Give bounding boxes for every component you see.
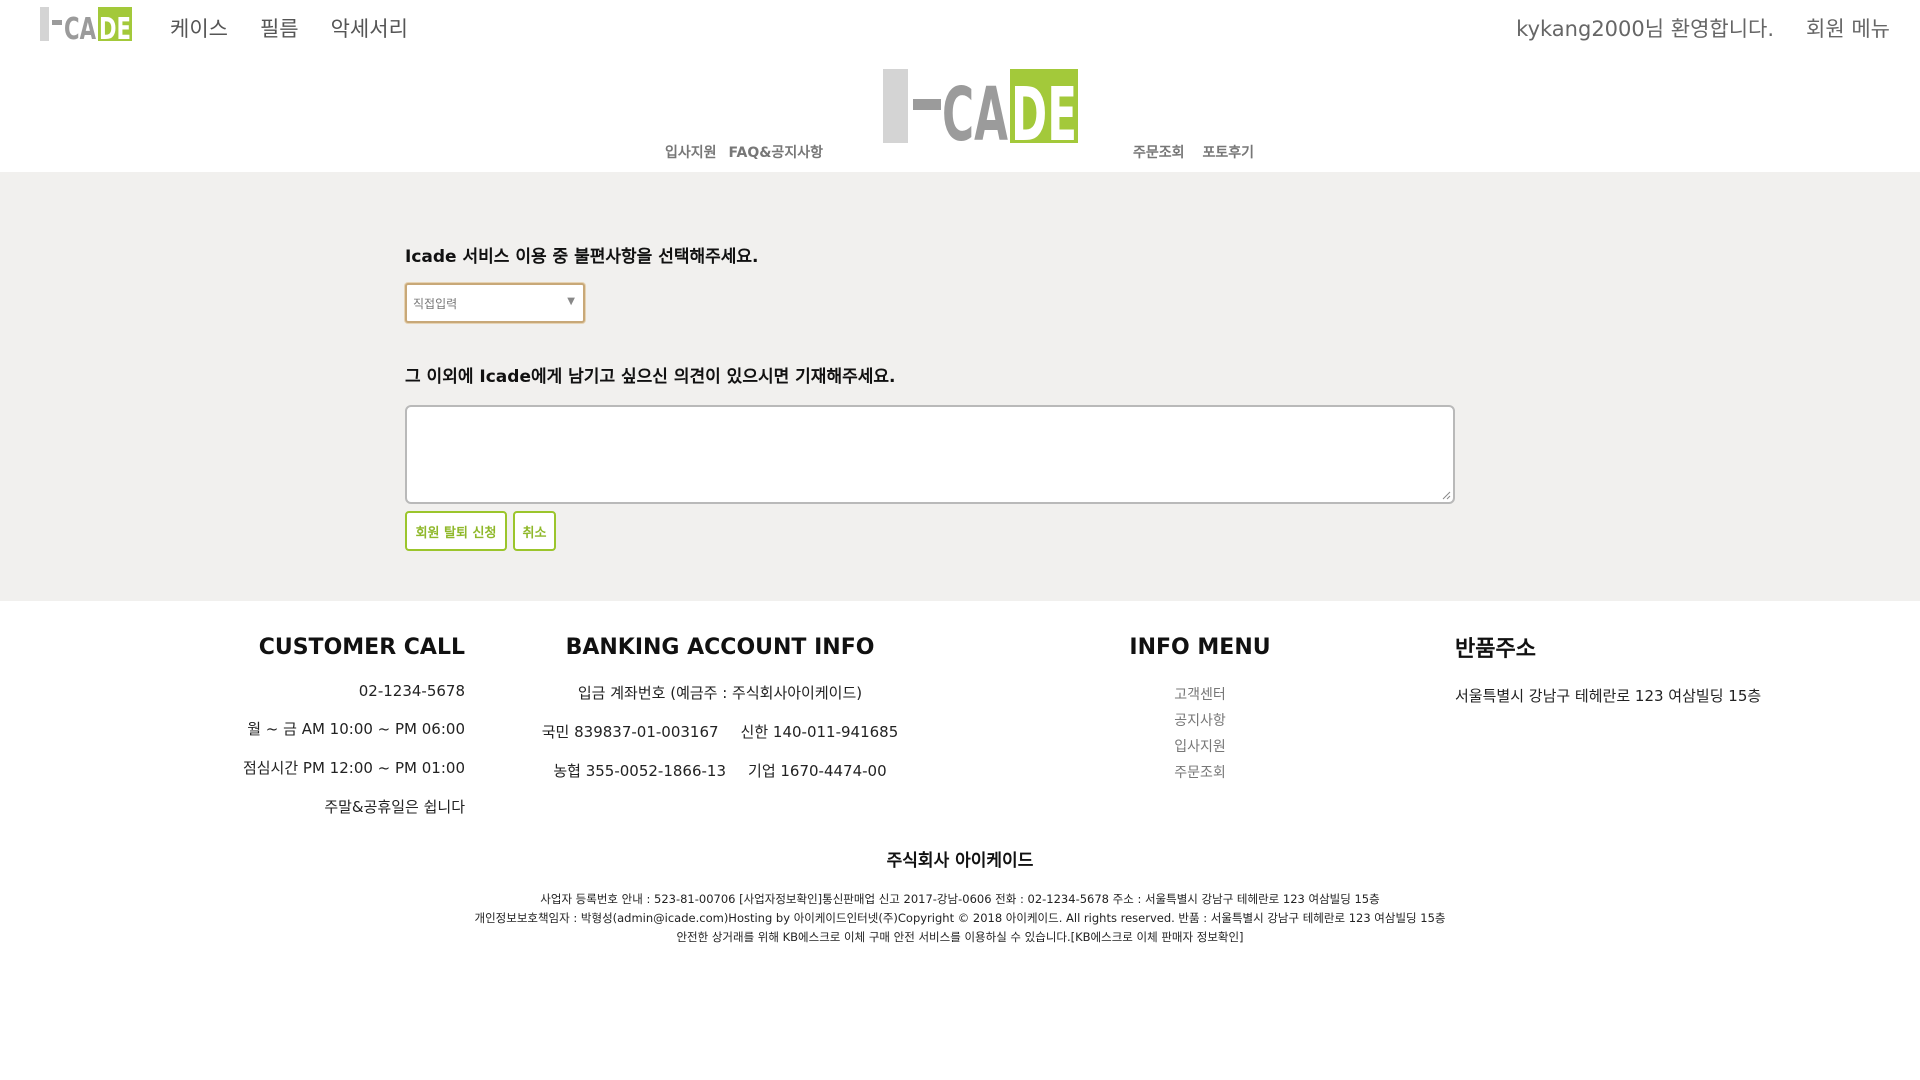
info-menu-title: INFO MENU [1129, 635, 1271, 660]
nav-photo-review[interactable]: 포토후기 [1203, 142, 1255, 162]
lunch-hours: 점심시간 PM 12:00 ~ PM 01:00 [242, 759, 465, 777]
nav-recruit[interactable]: 입사지원 [665, 142, 717, 162]
customer-call-block: CUSTOMER CALL 02-1234-5678 월 ~ 금 AM 10:0… [230, 635, 465, 835]
icade-logo-small[interactable]: CA DE [40, 5, 132, 43]
account-ibk: 기업 1670-4474-00 [748, 762, 887, 780]
user-area: kykang2000님 환영합니다. 회원 메뉴 [1516, 13, 1890, 43]
account-nonghyup: 농협 355-0052-1866-13 [553, 762, 727, 780]
icade-logo-large[interactable]: CA DE [880, 66, 1080, 146]
opinion-textarea[interactable] [405, 405, 1455, 504]
dropdown-arrow-icon: ▼ [567, 296, 575, 307]
customer-phone: 02-1234-5678 [358, 682, 465, 700]
account-holder: 입금 계좌번호 (예금주 : 주식회사아이케이드) [577, 684, 863, 702]
footer-link-notice[interactable]: 공지사항 [1120, 710, 1280, 730]
customer-call-title: CUSTOMER CALL [258, 635, 465, 660]
top-nav: 케이스 필름 악세서리 [170, 13, 408, 43]
withdraw-button[interactable]: 회원 탈퇴 신청 [405, 511, 507, 551]
account-row: 농협 355-0052-1866-13 기업 1670-4474-00 [540, 760, 900, 781]
svg-text:DE: DE [1011, 72, 1077, 146]
site-header: CA DE 케이스 필름 악세서리 kykang2000님 환영합니다. 회원 … [0, 0, 1920, 172]
footer-link-recruit[interactable]: 입사지원 [1120, 736, 1280, 756]
svg-text:CA: CA [942, 72, 1008, 146]
account-kookmin: 국민 839837-01-003167 [541, 723, 719, 741]
site-footer: CUSTOMER CALL 02-1234-5678 월 ~ 금 AM 10:0… [0, 601, 1920, 1080]
legal-line: 안전한 상거래를 위해 KB에스크로 이체 구매 안전 서비스를 이용하실 수 … [676, 930, 1244, 944]
inconvenience-question: Icade 서비스 이용 중 불편사항을 선택해주세요. [405, 247, 759, 267]
return-address: 서울특별시 강남구 테헤란로 123 여삼빌딩 15층 [1455, 687, 1762, 705]
legal-info: 사업자 등록번호 안내 : 523-81-00706 [사업자정보확인]통신판매… [0, 890, 1920, 947]
banking-title: BANKING ACCOUNT INFO [565, 635, 875, 660]
nav-order-lookup[interactable]: 주문조회 [1133, 142, 1185, 162]
banking-info-block: BANKING ACCOUNT INFO 입금 계좌번호 (예금주 : 주식회사… [540, 635, 900, 799]
opinion-question: 그 이외에 Icade에게 남기고 싶으신 의견이 있으시면 기재해주세요. [405, 367, 896, 387]
return-address-block: 반품주소 서울특별시 강남구 테헤란로 123 여삼빌딩 15층 [1455, 631, 1795, 706]
info-menu-block: INFO MENU 고객센터 공지사항 입사지원 주문조회 [1120, 635, 1280, 788]
holiday-note: 주말&공휴일은 쉽니다 [324, 798, 465, 816]
account-row: 국민 839837-01-003167 신한 140-011-941685 [540, 721, 900, 742]
cancel-button[interactable]: 취소 [513, 511, 556, 551]
resize-handle-icon[interactable] [1441, 490, 1451, 500]
sub-nav-right: 주문조회 포토후기 [1133, 142, 1254, 162]
nav-faq-notice[interactable]: FAQ&공지사항 [729, 142, 823, 162]
welcome-text: kykang2000님 환영합니다. [1516, 17, 1775, 41]
svg-text:CA: CA [64, 12, 97, 43]
account-shinhan: 신한 140-011-941685 [740, 723, 899, 741]
nav-film[interactable]: 필름 [260, 13, 299, 43]
return-address-title: 반품주소 [1455, 637, 1536, 662]
footer-link-customer-center[interactable]: 고객센터 [1120, 684, 1280, 704]
nav-case[interactable]: 케이스 [170, 13, 228, 43]
member-menu-link[interactable]: 회원 메뉴 [1806, 13, 1890, 43]
select-value: 직접입력 [413, 297, 458, 311]
company-name: 주식회사 아이케이드 [886, 851, 1034, 871]
withdraw-form-section: Icade 서비스 이용 중 불편사항을 선택해주세요. 직접입력 ▼ 그 이외… [0, 172, 1920, 601]
nav-accessory[interactable]: 악세서리 [331, 13, 408, 43]
business-hours: 월 ~ 금 AM 10:00 ~ PM 06:00 [247, 720, 465, 738]
legal-line: 개인정보보호책임자 : 박형성(admin@icade.com)Hosting … [474, 911, 1446, 925]
legal-line: 사업자 등록번호 안내 : 523-81-00706 [사업자정보확인]통신판매… [540, 892, 1380, 906]
sub-nav-left: 입사지원 FAQ&공지사항 [665, 142, 823, 162]
footer-link-order-lookup[interactable]: 주문조회 [1120, 762, 1280, 782]
inconvenience-select[interactable]: 직접입력 ▼ [405, 283, 585, 323]
svg-text:DE: DE [99, 12, 131, 43]
